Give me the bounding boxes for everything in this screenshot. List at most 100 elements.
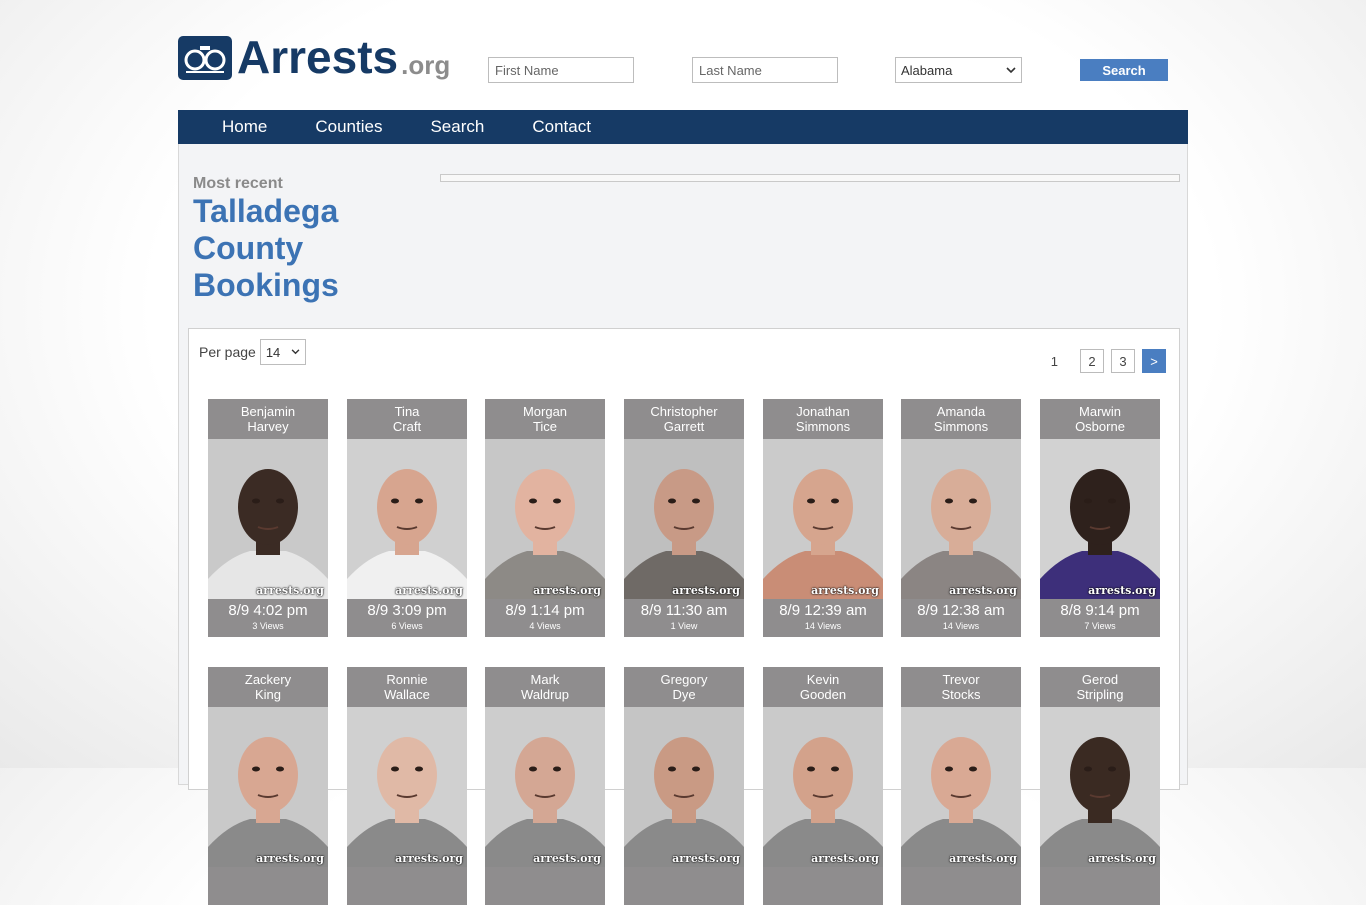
current-page: 1 [1050,353,1058,369]
booking-last-name: Simmons [933,419,989,434]
logo-text: Arrests [237,31,399,83]
per-page-control: Per page 14 [199,339,306,365]
site-logo[interactable]: Arrests .org [178,34,450,80]
nav-item-counties[interactable]: Counties [315,117,382,137]
page-link-2[interactable]: 2 [1080,349,1104,373]
booking-name: Gregory Dye [624,667,744,707]
first-name-input[interactable] [488,57,634,83]
booking-card[interactable]: Gerod Stripling arrests.org [1040,667,1160,905]
booking-card[interactable]: Tina Craft arrests.org 8/9 3:09 pm 6 Views [347,399,467,637]
booking-name: Marwin Osborne [1040,399,1160,439]
booking-card[interactable]: Christopher Garrett arrests.org 8/9 11:30 a… [624,399,744,637]
booking-card[interactable]: Benjamin Harvey arrests.org 8/9 4:02 pm 3 Vi… [208,399,328,637]
booking-name: Amanda Simmons [901,399,1021,439]
page-title-line: County [193,230,304,266]
page-subtitle: Most recent [193,175,283,192]
booking-last-name: Wallace [384,687,430,702]
mugshot-photo[interactable]: arrests.org [901,707,1021,867]
mugshot-image [347,737,467,867]
page-title: Talladega County Bookings [193,193,433,304]
booking-views: 14 Views [804,621,842,631]
booking-time: 8/9 12:38 am [917,602,1005,619]
booking-first-name: Amanda [936,404,986,419]
mugshot-photo[interactable]: arrests.org [347,707,467,867]
booking-first-name: Tina [394,404,420,419]
watermark-text: arrests.org [395,584,463,597]
mugshot-photo[interactable]: arrests.org [763,439,883,599]
chevron-down-icon [291,349,300,355]
main-content: Most recent Talladega County Bookings Pe… [178,144,1188,905]
pagination: 1 2 3 > [1051,349,1166,373]
nav-item-search[interactable]: Search [430,117,484,137]
nav-item-contact[interactable]: Contact [532,117,591,137]
booking-time: 8/9 4:02 pm [228,602,308,619]
mugshot-photo[interactable]: arrests.org [624,707,744,867]
booking-time: 8/9 11:30 am [640,602,728,619]
next-page-button[interactable]: > [1142,349,1166,373]
booking-first-name: Marwin [1079,404,1121,419]
booking-first-name: Trevor [942,672,980,687]
booking-card[interactable]: Trevor Stocks arrests.org [901,667,1021,905]
mugshot-image [1040,737,1160,867]
mugshot-photo[interactable]: arrests.org [1040,707,1160,867]
logo-suffix: .org [401,50,451,80]
booking-card[interactable]: Jonathan Simmons arrests.org 8/9 12:39 am 14… [763,399,883,637]
booking-card[interactable]: Zackery King arrests.org [208,667,328,905]
booking-first-name: Gerod [1081,672,1119,687]
booking-last-name: Stripling [1076,687,1124,702]
nav-item-home[interactable]: Home [222,117,267,137]
per-page-select[interactable]: 14 [259,339,306,365]
page-link-3[interactable]: 3 [1111,349,1135,373]
watermark-text: arrests.org [395,852,463,865]
mugshot-image [485,737,605,867]
booking-first-name: Zackery [244,672,292,687]
mugshot-photo[interactable]: arrests.org [485,439,605,599]
booking-time: 8/9 3:09 pm [367,602,447,619]
booking-name: Christopher Garrett [624,399,744,439]
bookings-panel: Per page 14 1 2 3 > Benjamin Harvey arrest… [188,328,1180,905]
booking-card[interactable]: Ronnie Wallace arrests.org [347,667,467,905]
main-nav: Home Counties Search Contact [178,110,1188,144]
search-button[interactable]: Search [1080,59,1168,81]
site-header: Arrests .org Alabama Search [0,0,1366,110]
booking-card[interactable]: Kevin Gooden arrests.org [763,667,883,905]
mugshot-photo[interactable]: arrests.org [624,439,744,599]
page-title-line: Bookings [193,267,339,303]
mugshot-photo[interactable]: arrests.org [347,439,467,599]
mugshot-image [485,469,605,599]
booking-card[interactable]: Morgan Tice arrests.org 8/9 1:14 pm 4 Views [485,399,605,637]
booking-last-name: Simmons [795,419,851,434]
mugshot-photo[interactable]: arrests.org [208,439,328,599]
booking-last-name: Stocks [941,687,981,702]
watermark-text: arrests.org [811,852,879,865]
mugshot-photo[interactable]: arrests.org [208,707,328,867]
booking-last-name: King [254,687,282,702]
booking-views: 4 Views [529,621,561,631]
booking-card[interactable]: Gregory Dye arrests.org [624,667,744,905]
per-page-label: Per page [199,344,256,360]
mugshot-photo[interactable]: arrests.org [763,707,883,867]
booking-name: Kevin Gooden [763,667,883,707]
watermark-text: arrests.org [256,852,324,865]
booking-time: 8/9 1:14 pm [505,602,585,619]
watermark-text: arrests.org [533,584,601,597]
booking-name: Morgan Tice [485,399,605,439]
watermark-text: arrests.org [1088,584,1156,597]
watermark-text: arrests.org [256,584,324,597]
page-title-line: Talladega [193,193,339,229]
booking-name: Tina Craft [347,399,467,439]
ad-banner [440,174,1180,182]
mugshot-image [901,737,1021,867]
last-name-input[interactable] [692,57,838,83]
booking-name: Ronnie Wallace [347,667,467,707]
booking-views: 1 View [670,621,698,631]
state-select[interactable]: Alabama [895,57,1022,83]
booking-card[interactable]: Amanda Simmons arrests.org 8/9 12:38 am 14 V… [901,399,1021,637]
mugshot-photo[interactable]: arrests.org [1040,439,1160,599]
mugshot-photo[interactable]: arrests.org [901,439,1021,599]
mugshot-photo[interactable]: arrests.org [485,707,605,867]
booking-card[interactable]: Mark Waldrup arrests.org [485,667,605,905]
booking-card[interactable]: Marwin Osborne arrests.org 8/8 9:14 pm 7 Vie… [1040,399,1160,637]
mugshot-image [347,469,467,599]
watermark-text: arrests.org [672,584,740,597]
